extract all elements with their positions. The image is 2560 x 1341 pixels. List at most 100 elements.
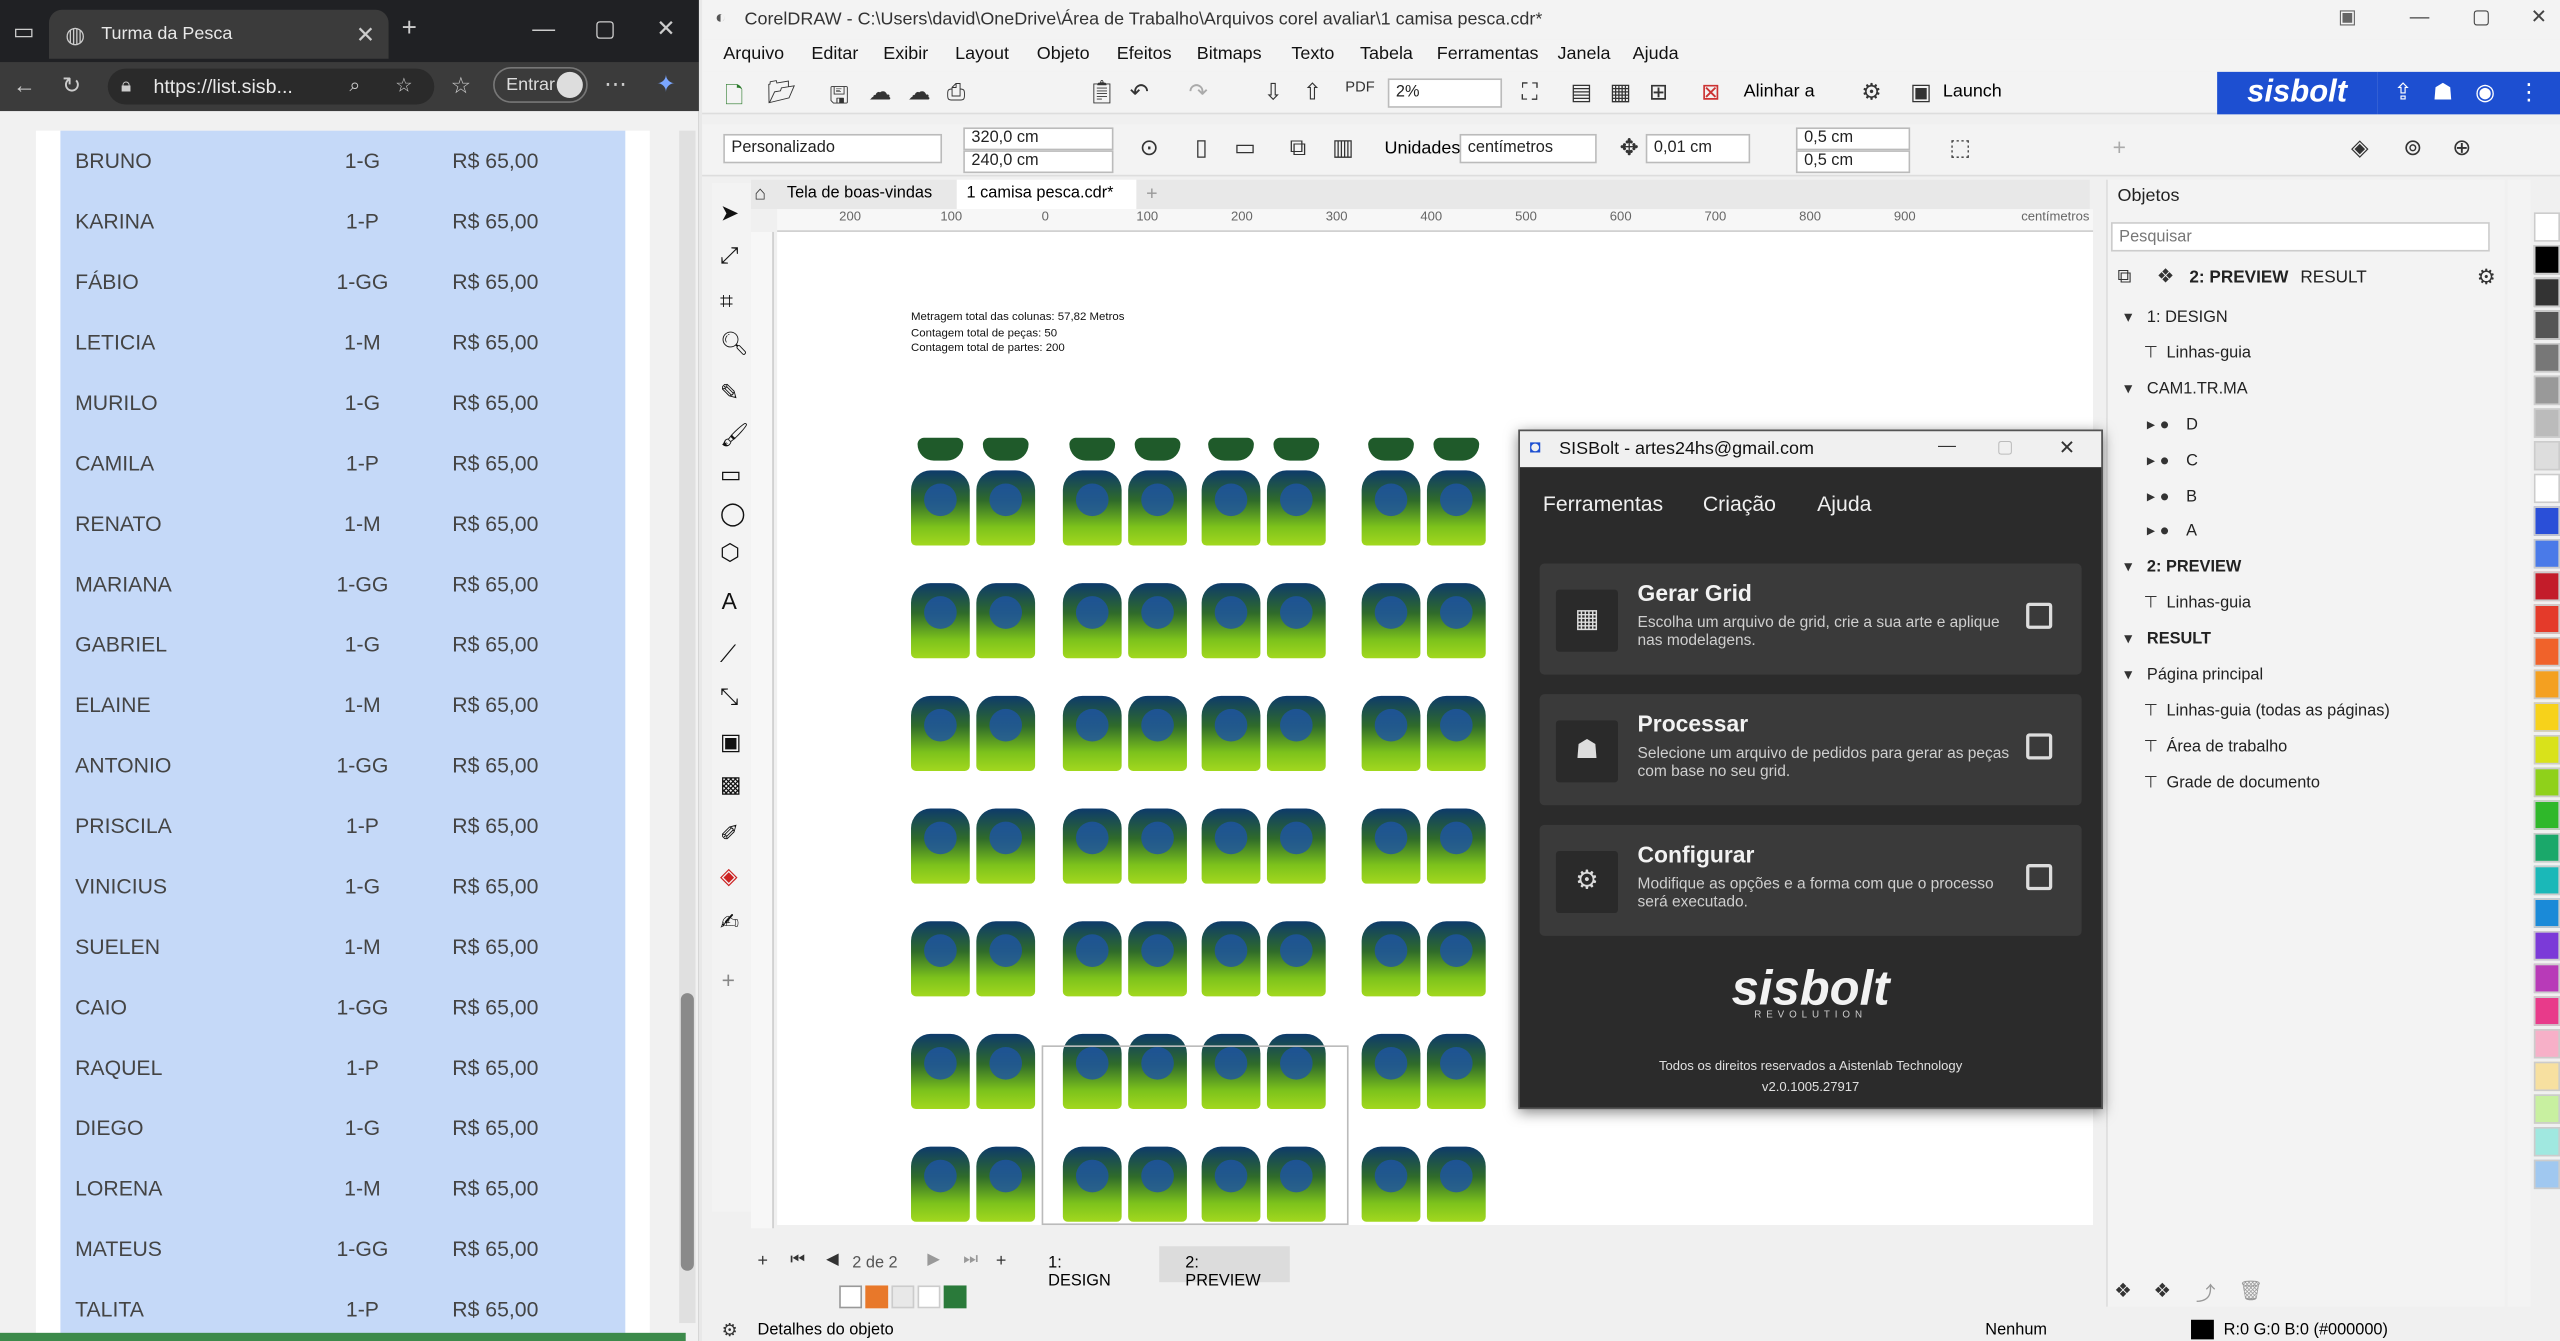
address-bar[interactable]: 🔒︎ https://list.sisb... ⌕ ☆ [107,68,435,105]
tree-expander-icon[interactable]: ▾ [2124,631,2132,649]
open-window-icon[interactable] [2026,602,2053,629]
tree-expander-icon[interactable]: ▸ ● [2147,488,2170,506]
dimension-tool-icon[interactable]: ⟋ [720,640,736,668]
swatch-green[interactable] [943,1285,967,1309]
tree-expander-icon[interactable]: ▾ [2124,666,2132,684]
more-icon[interactable]: ⋯ [604,70,627,98]
menu-bitmaps[interactable]: Bitmaps [1197,44,1262,64]
maximize-icon[interactable]: ▢ [2472,5,2491,28]
tree-item[interactable]: ▾ Página principal [2108,658,2506,692]
plugin-icon[interactable]: ◈ [2351,134,2369,162]
minimize-icon[interactable]: — [1938,436,1956,456]
duplicate-y-input[interactable]: 0,5 cm [1795,150,1911,174]
tree-item[interactable]: ▸ ● A [2108,515,2506,549]
pdf-icon[interactable]: PDF [1345,78,1374,94]
tree-expander-icon[interactable]: ▾ [2124,559,2132,577]
palette-swatch[interactable] [2533,702,2560,732]
tree-item[interactable]: ▾ 1: DESIGN [2108,301,2506,335]
menu-exibir[interactable]: Exibir [883,44,928,64]
treat-as-filled-icon[interactable]: ⬚ [1949,134,1971,162]
prev-page-icon[interactable]: ◀ [826,1251,839,1269]
grid-icon[interactable]: ▦ [1610,78,1632,106]
close-tab-icon[interactable]: ✕ [356,21,375,49]
minimize-icon[interactable]: — [532,15,555,41]
new-layer-icon[interactable]: ❖ [2114,1279,2132,1302]
table-row[interactable]: ANTONIO 1-GG R$ 65,00 [60,735,625,795]
robot-icon[interactable]: ☗ [2433,78,2454,106]
import-icon[interactable]: ⇩ [1264,78,1283,106]
palette-swatch[interactable] [2533,767,2560,798]
swatch-light[interactable] [891,1285,915,1309]
page-preset-select[interactable]: Personalizado [723,133,943,164]
undo-icon[interactable]: ↶ [1130,78,1149,106]
transform-icon[interactable]: ⊚ [2403,134,2422,162]
result-layer-label[interactable]: RESULT [2300,268,2366,288]
palette-swatch[interactable] [2533,1029,2560,1059]
open-icon[interactable]: 📂︎ [767,78,796,106]
swatch-orange[interactable] [865,1285,889,1309]
tree-item[interactable]: ▾ CAM1.TR.MA [2108,372,2506,406]
menu-janela[interactable]: Janela [1558,44,1611,64]
cloud-upload-icon[interactable]: ☁ [869,78,892,106]
export-icon[interactable]: ⇧ [1303,78,1322,106]
dialog-menu-ferramentas[interactable]: Ferramentas [1543,492,1663,517]
palette-swatch[interactable] [2533,1159,2560,1190]
page-width-input[interactable]: 320,0 cm [963,127,1114,151]
add-icon[interactable]: + [2113,134,2126,160]
menu-editar[interactable]: Editar [811,44,858,64]
palette-swatch[interactable] [2533,408,2560,438]
settings-gear-icon[interactable]: ⚙ [1861,78,1882,106]
palette-swatch[interactable] [2533,735,2560,765]
palette-swatch[interactable] [2533,669,2560,700]
palette-swatch[interactable] [2533,800,2560,830]
next-page-icon[interactable]: ▶ [927,1251,940,1269]
table-row[interactable]: CAIO 1-GG R$ 65,00 [60,977,625,1037]
menu-ajuda[interactable]: Ajuda [1633,44,1679,64]
tree-item[interactable]: ⊤ Linhas-guia (todas as páginas) [2108,694,2506,728]
tree-item[interactable]: ⊤ Linhas-guia [2108,336,2506,370]
tab-welcome[interactable]: Tela de boas-vindas [780,180,943,209]
menu-texto[interactable]: Texto [1291,44,1334,64]
tree-expander-icon[interactable]: ▸ ● [2147,523,2170,541]
objects-search-input[interactable]: Pesquisar [2111,222,2490,252]
units-select[interactable]: centímetros [1459,133,1597,164]
tab-actions-icon[interactable]: ▭ [13,18,35,46]
menu-arquivo[interactable]: Arquivo [723,44,784,64]
crop-tool-icon[interactable]: ⌗ [720,287,733,315]
page-tab-preview[interactable]: 2: PREVIEW [1159,1246,1290,1290]
palette-swatch[interactable] [2533,506,2560,536]
polygon-tool-icon[interactable]: ⬡ [720,539,740,567]
layers-icon[interactable]: ❖ [2157,265,2175,288]
rectangle-tool-icon[interactable]: ▭ [720,461,742,489]
share-icon[interactable]: ⇪ [2393,78,2412,106]
transparency-tool-icon[interactable]: ▩ [720,771,742,799]
table-row[interactable]: PRISCILA 1-P R$ 65,00 [60,795,625,855]
tree-expander-icon[interactable]: ▾ [2124,309,2132,327]
page-height-input[interactable]: 240,0 cm [963,150,1114,174]
table-row[interactable]: DIEGO 1-G R$ 65,00 [60,1098,625,1158]
connector-tool-icon[interactable]: ⤡ [720,683,738,711]
swatch-white[interactable] [917,1285,941,1309]
page-icon[interactable]: ⧉ [2118,265,2132,290]
table-row[interactable]: LETICIA 1-M R$ 65,00 [60,312,625,372]
all-pages-icon[interactable]: ⧉ [1290,134,1306,162]
more-icon[interactable]: ⋮ [2518,78,2541,106]
menu-tabela[interactable]: Tabela [1360,44,1413,64]
vertical-ruler[interactable] [751,231,774,1229]
eyedropper-tool-icon[interactable]: ✐ [720,820,739,848]
close-window-icon[interactable]: ✕ [656,15,675,43]
last-page-icon[interactable]: ⏭ [963,1251,978,1269]
cloud-download-icon[interactable]: ☁ [908,78,931,106]
palette-swatch[interactable] [2533,539,2560,569]
tree-item[interactable]: ▸ ● B [2108,479,2506,513]
palette-swatch[interactable] [2533,833,2560,863]
freehand-tool-icon[interactable]: ✎ [720,379,739,407]
palette-swatch[interactable] [2533,1094,2560,1124]
snap-off-icon[interactable]: ⊠ [1701,78,1720,106]
add-page-end-icon[interactable]: + [996,1251,1007,1271]
table-row[interactable]: FÁBIO 1-GG R$ 65,00 [60,252,625,312]
shape-tool-icon[interactable]: ⤢ [720,242,738,270]
table-row[interactable]: RENATO 1-M R$ 65,00 [60,493,625,553]
horizontal-ruler[interactable]: 200 100 0 100 200 300 400 500 600 700 80… [777,209,2094,232]
open-window-icon[interactable] [2026,864,2053,891]
